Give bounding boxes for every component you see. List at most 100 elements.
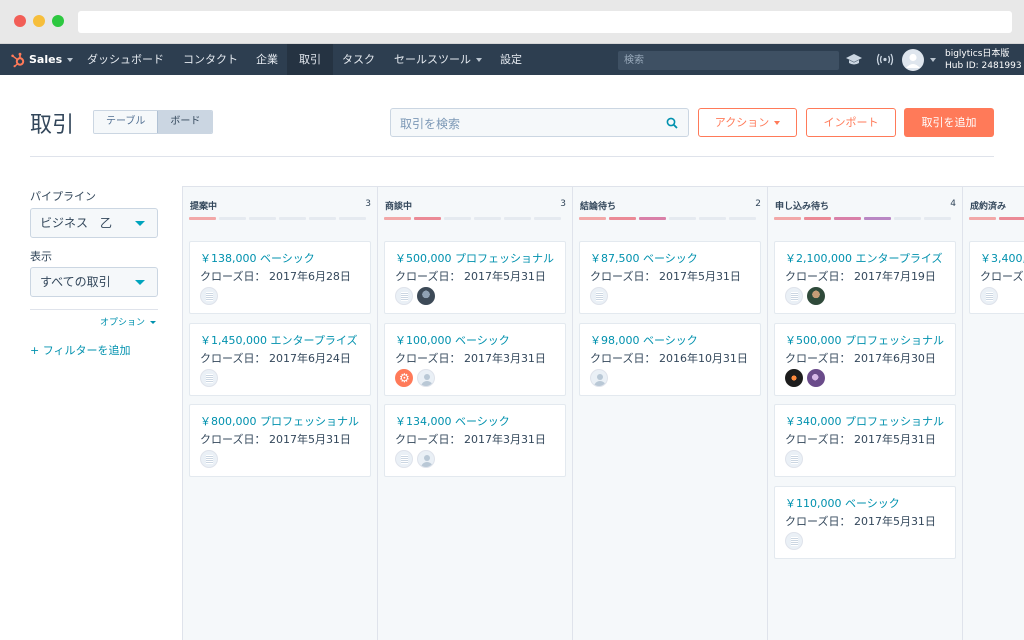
user-avatar[interactable] <box>902 49 924 71</box>
top-nav: Sales ダッシュボード コンタクト 企業 取引 タスク セールスツール 設定… <box>0 44 1024 75</box>
column-count: 2 <box>755 199 761 209</box>
contact-avatar[interactable] <box>417 287 435 305</box>
close-date: クローズ日： 2017年5月31日 <box>395 270 546 283</box>
deal-card[interactable]: ￥98,000 ベーシッククローズ日： 2016年10月31日 <box>579 322 761 396</box>
contact-avatar[interactable] <box>417 368 435 387</box>
pipeline-column: 申し込み待ち 4 ￥2,100,000 エンタープライズ クローズ日： 2017年7月… <box>768 187 963 640</box>
search-icon[interactable] <box>666 117 678 129</box>
company-icon[interactable] <box>200 450 218 468</box>
deal-card[interactable]: ￥110,000 ベーシッククローズ日： 2017年5月31日 <box>774 485 956 559</box>
deal-name-link[interactable]: ￥100,000 ベーシック <box>395 332 510 348</box>
contact-avatar[interactable] <box>807 368 825 387</box>
company-icon[interactable] <box>200 368 218 387</box>
nav-dashboard[interactable]: ダッシュボード <box>87 44 164 75</box>
address-bar[interactable] <box>78 11 1012 33</box>
deal-card[interactable]: ￥138,000 ベーシック クローズ日： 2017年6月28日 <box>189 241 371 314</box>
notifications-broadcast-icon[interactable] <box>876 51 894 68</box>
view-value: すべての取引 <box>40 275 111 289</box>
company-icon[interactable] <box>785 531 803 550</box>
view-select[interactable]: すべての取引 <box>30 267 158 297</box>
deal-name-link[interactable]: ￥1,450,000 エンタープライズ <box>200 332 358 348</box>
deal-card[interactable]: ￥100,000 ベーシッククローズ日： 2017年3月31日 <box>384 322 566 396</box>
contact-avatar[interactable] <box>590 368 608 387</box>
chevron-down-icon[interactable] <box>930 58 936 62</box>
global-search-input[interactable]: 検索 <box>618 51 839 70</box>
nav-settings[interactable]: 設定 <box>500 44 522 75</box>
associated-records <box>395 287 435 305</box>
deal-board: 提案中 3 ￥138,000 ベーシック クローズ日： 2017年6月28日 ￥1,45… <box>182 186 1024 640</box>
deal-name-link[interactable]: ￥3,400,000 <box>980 250 1024 266</box>
deal-card[interactable]: ￥3,400,000 クローズ日： <box>969 241 1024 314</box>
contact-avatar[interactable] <box>807 287 825 305</box>
nav-deals[interactable]: 取引 <box>287 44 333 75</box>
column-title: 商談中 <box>385 202 413 212</box>
progress-segment <box>414 217 441 220</box>
deal-card[interactable]: ￥87,500 ベーシック クローズ日： 2017年5月31日 <box>579 241 761 314</box>
deal-name-link[interactable]: ￥98,000 ベーシック <box>590 332 698 348</box>
nav-contacts[interactable]: コンタクト <box>183 44 238 75</box>
deal-card[interactable]: ￥500,000 プロフェッショナル クローズ日： 2017年6月30日 <box>774 322 956 396</box>
deal-name-link[interactable]: ￥2,100,000 エンタープライズ <box>785 250 943 266</box>
chevron-down-icon <box>135 280 145 285</box>
company-icon[interactable] <box>395 287 413 305</box>
board-view-button[interactable]: ボード <box>157 111 213 133</box>
column-title: 成約済み <box>970 202 1007 212</box>
close-date: クローズ日： 2017年3月31日 <box>395 351 546 365</box>
pipeline-select[interactable]: ビジネス 乙 <box>30 208 158 238</box>
associated-records <box>785 287 825 305</box>
close-window-icon[interactable] <box>14 15 26 27</box>
deal-card[interactable]: ￥340,000 プロフェッショナル クローズ日： 2017年5月31日 <box>774 404 956 477</box>
pipeline-column: 商談中 3 ￥500,000 プロフェッショナル クローズ日： 2017年5月31日 ￥… <box>378 187 573 640</box>
table-view-button[interactable]: テーブル <box>94 111 158 133</box>
actions-button[interactable]: アクション <box>698 108 797 137</box>
nav-tasks[interactable]: タスク <box>342 44 375 75</box>
deal-name-link[interactable]: ￥340,000 プロフェッショナル <box>785 413 944 429</box>
deal-card[interactable]: ￥1,450,000 エンタープライズ クローズ日： 2017年6月24日 <box>189 322 371 396</box>
progress-segment <box>504 217 531 220</box>
academy-icon[interactable] <box>845 51 863 68</box>
pipeline-column: 提案中 3 ￥138,000 ベーシック クローズ日： 2017年6月28日 ￥1,45… <box>183 187 378 640</box>
deal-name-link[interactable]: ￥110,000 ベーシック <box>785 495 900 511</box>
add-deal-button[interactable]: 取引を追加 <box>904 108 994 137</box>
deal-card[interactable]: ￥2,100,000 エンタープライズ クローズ日： 2017年7月19日 <box>774 241 956 314</box>
nav-companies[interactable]: 企業 <box>256 44 278 75</box>
deal-card[interactable]: ￥500,000 プロフェッショナル クローズ日： 2017年5月31日 <box>384 241 566 314</box>
company-icon[interactable] <box>395 450 413 468</box>
column-title: 提案中 <box>190 202 218 212</box>
add-filter-link[interactable]: + フィルターを追加 <box>30 342 131 358</box>
close-date: クローズ日： 2016年10月31日 <box>590 351 748 365</box>
minimize-window-icon[interactable] <box>33 15 45 27</box>
company-icon[interactable] <box>785 287 803 305</box>
associated-records <box>395 450 435 468</box>
deal-name-link[interactable]: ￥87,500 ベーシック <box>590 250 698 266</box>
nav-sales-tools[interactable]: セールスツール <box>394 44 482 75</box>
stage-progress-bar <box>774 217 951 220</box>
view-toggle: テーブル ボード <box>93 110 214 134</box>
sales-menu[interactable]: Sales <box>29 44 74 75</box>
deal-name-link[interactable]: ￥800,000 プロフェッショナル <box>200 413 359 429</box>
deal-card[interactable]: ￥134,000 ベーシック クローズ日： 2017年3月31日 <box>384 404 566 477</box>
deal-search-input[interactable]: 取引を検索 <box>390 108 689 137</box>
deal-name-link[interactable]: ￥138,000 ベーシック <box>200 250 315 266</box>
deal-name-link[interactable]: ￥500,000 プロフェッショナル <box>395 250 554 266</box>
options-link[interactable]: オプション <box>100 315 157 328</box>
contact-avatar[interactable] <box>785 368 803 387</box>
company-icon[interactable] <box>785 450 803 468</box>
hubspot-logo-icon[interactable] <box>10 52 26 68</box>
stage-progress-bar <box>189 217 366 220</box>
import-button[interactable]: インポート <box>806 108 896 137</box>
progress-segment <box>249 217 276 220</box>
close-date: クローズ日： 2017年5月31日 <box>785 514 936 528</box>
deal-name-link[interactable]: ￥500,000 プロフェッショナル <box>785 332 944 348</box>
hub-id: Hub ID: 2481993 <box>945 61 1022 71</box>
company-icon[interactable] <box>200 287 218 305</box>
company-icon[interactable] <box>590 287 608 305</box>
deal-card[interactable]: ￥800,000 プロフェッショナル クローズ日： 2017年5月31日 <box>189 404 371 477</box>
contact-avatar[interactable] <box>395 368 413 387</box>
maximize-window-icon[interactable] <box>52 15 64 27</box>
progress-segment <box>924 217 951 220</box>
contact-avatar[interactable] <box>417 450 435 468</box>
deal-name-link[interactable]: ￥134,000 ベーシック <box>395 413 510 429</box>
account-info[interactable]: biglytics日本版 Hub ID: 2481993 <box>945 48 1022 72</box>
company-icon[interactable] <box>980 287 998 305</box>
